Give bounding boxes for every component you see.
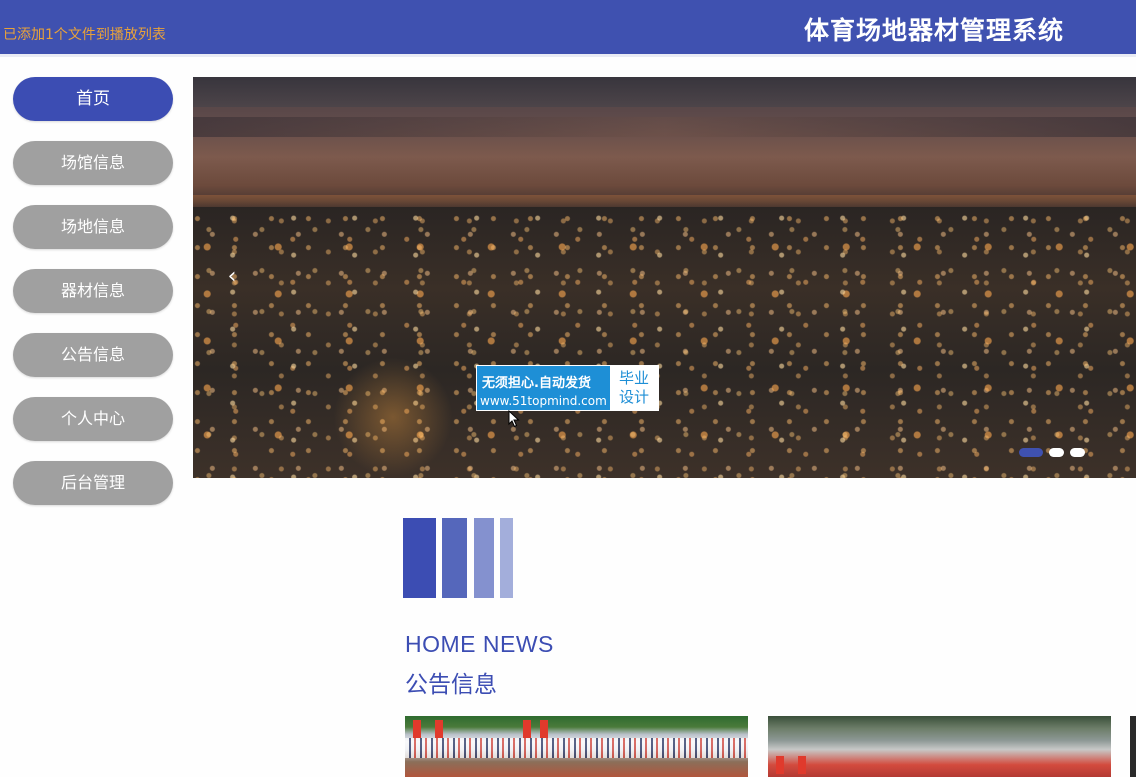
flag-decor — [776, 756, 784, 774]
watermark-overlay: 无须担心.自动发货 www.51topmind.com 毕业 设计 — [476, 365, 659, 411]
decor-bar-1 — [403, 518, 436, 598]
news-card-3[interactable] — [1130, 716, 1136, 777]
watermark-side-text-2: 设计 — [618, 388, 649, 406]
carousel-dot-3[interactable] — [1070, 448, 1085, 457]
section-title-cn: 公告信息 — [405, 672, 497, 698]
flag-decor — [523, 720, 531, 738]
sidebar-nav: 首页 场馆信息 场地信息 器材信息 公告信息 个人中心 后台管理 — [13, 77, 173, 525]
section-title-en: HOME NEWS — [405, 631, 554, 657]
mouse-cursor-icon — [508, 410, 520, 428]
flag-decor — [413, 720, 421, 738]
section-decoration-bars — [403, 518, 523, 598]
nav-announcement-info[interactable]: 公告信息 — [13, 333, 173, 377]
banner-carousel[interactable]: ‹ — [193, 77, 1136, 478]
nav-field-info[interactable]: 场地信息 — [13, 205, 173, 249]
flag-decor — [435, 720, 443, 738]
nav-home[interactable]: 首页 — [13, 77, 173, 121]
chevron-left-icon[interactable]: ‹ — [223, 263, 241, 291]
news-card-2[interactable] — [768, 716, 1111, 777]
watermark-text-1: 无须担心.自动发货 — [482, 376, 591, 391]
banner-sky-clouds — [193, 77, 1136, 107]
banner-street-glow — [333, 357, 453, 477]
carousel-dot-1[interactable] — [1019, 448, 1043, 457]
decor-bar-2 — [442, 518, 467, 598]
decor-bar-4 — [500, 518, 513, 598]
news-card-1[interactable] — [405, 716, 748, 777]
nav-equipment-info[interactable]: 器材信息 — [13, 269, 173, 313]
watermark-side-text-1: 毕业 — [618, 369, 649, 387]
top-header: 已添加1个文件到播放列表 体育场地器材管理系统 — [0, 0, 1136, 57]
carousel-dot-2[interactable] — [1049, 448, 1064, 457]
nav-venue-info[interactable]: 场馆信息 — [13, 141, 173, 185]
site-title: 体育场地器材管理系统 — [804, 16, 1065, 45]
banner-sky-haze — [193, 117, 1136, 137]
flag-decor — [540, 720, 548, 738]
decor-bar-3 — [474, 518, 494, 598]
nav-personal-center[interactable]: 个人中心 — [13, 397, 173, 441]
playlist-notice: 已添加1个文件到播放列表 — [3, 27, 166, 43]
flag-decor — [798, 756, 806, 774]
watermark-url: www.51topmind.com — [480, 394, 607, 408]
nav-admin-backend[interactable]: 后台管理 — [13, 461, 173, 505]
carousel-indicators — [1019, 448, 1091, 458]
watermark-side-box: 毕业 设计 — [610, 366, 658, 410]
news-card-1-image — [405, 738, 748, 758]
